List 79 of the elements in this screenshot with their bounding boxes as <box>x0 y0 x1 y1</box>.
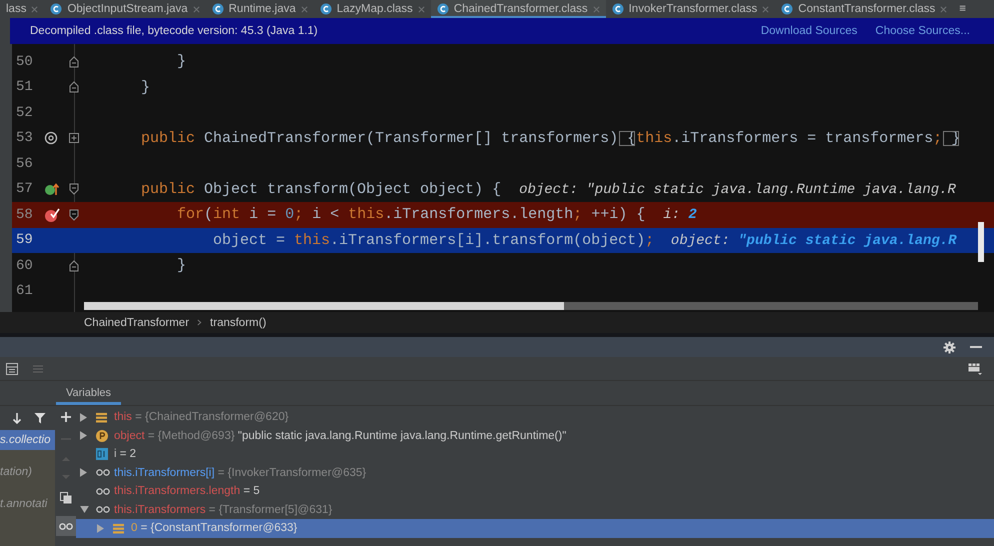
code-line: } <box>176 257 186 274</box>
editor-tab[interactable]: InvokerTransformer.class <box>606 0 776 18</box>
expand-icon[interactable] <box>80 431 87 440</box>
editor-tab[interactable]: Runtime.java <box>206 0 314 18</box>
fold-end-icon[interactable] <box>69 260 79 272</box>
override-icon[interactable] <box>44 182 60 196</box>
line-number: 50 <box>15 54 34 70</box>
down-arrow-icon[interactable] <box>12 412 22 424</box>
fold-end-icon[interactable] <box>69 56 79 68</box>
parameter-icon <box>96 430 108 442</box>
watch-icon <box>96 469 110 476</box>
line-number: 59 <box>15 232 34 248</box>
fold-end-icon[interactable] <box>69 81 79 94</box>
watch-icon <box>96 506 110 514</box>
settings-icon[interactable] <box>943 340 956 354</box>
variable-row[interactable]: this = {ChainedTransformer@620} <box>76 408 994 426</box>
line-number: 60 <box>15 258 34 274</box>
watch-icon <box>96 488 110 495</box>
layout-icon[interactable] <box>968 362 982 374</box>
stack-frame[interactable]: t.annotati <box>0 494 55 514</box>
code-line: } <box>140 78 150 96</box>
scrollbar-thumb[interactable] <box>978 222 984 262</box>
field-icon <box>96 412 107 423</box>
editor-tab[interactable]: ObjectInputStream.java <box>44 0 206 18</box>
editor-tab[interactable]: ConstantTransformer.class <box>775 0 954 18</box>
variable-row[interactable]: object = {Method@693} "public static java.lang.Runtime java.lang.Runtime.getRuntime()" <box>76 426 994 445</box>
fold-expand-icon[interactable] <box>69 133 79 144</box>
watches-toggle[interactable] <box>56 516 76 536</box>
expand-icon[interactable] <box>80 468 87 478</box>
banner-link[interactable]: Choose Sources... <box>875 25 970 37</box>
breadcrumb-item[interactable]: transform() <box>210 316 266 328</box>
glasses-icon <box>58 522 72 530</box>
editor-tab[interactable]: lass <box>0 0 44 18</box>
variable-row[interactable]: 0 = {ConstantTransformer@633} <box>76 519 994 538</box>
code-line: public Object transform(Object object) { object: "public static java.lang.Runtime java.lang.R <box>140 180 956 198</box>
editor-tab[interactable]: ChainedTransformer.class <box>430 0 606 18</box>
scrollbar-thumb[interactable] <box>84 302 564 310</box>
expand-icon[interactable] <box>80 412 87 422</box>
copy-icon[interactable] <box>60 492 72 504</box>
filter-icon[interactable] <box>34 412 46 424</box>
variable-entry: i = 2 <box>114 448 136 460</box>
code-line: } <box>176 53 186 70</box>
fold-start-icon[interactable] <box>69 183 79 196</box>
breakpoint-icon[interactable] <box>44 206 60 223</box>
line-number: 57 <box>15 181 34 198</box>
breadcrumb-item[interactable]: ChainedTransformer <box>84 316 190 328</box>
line-number: 56 <box>15 156 34 172</box>
line-number: 51 <box>15 79 34 96</box>
decompiled-notice: Decompiled .class file, bytecode version: 45.3 (Java 1.1) <box>30 25 318 37</box>
table-icon[interactable] <box>6 362 18 374</box>
add-icon[interactable] <box>60 412 70 422</box>
field-icon <box>113 522 124 534</box>
primitive-icon <box>96 448 108 460</box>
variable-row[interactable]: this.iTransformers = {Transformer[5]@631} <box>76 500 994 519</box>
chevron-icon <box>197 319 202 326</box>
fold-start-icon[interactable] <box>69 208 79 221</box>
line-number: 52 <box>15 104 34 121</box>
variables-tab[interactable]: Variables <box>56 381 122 405</box>
variable-row[interactable]: this.iTransformers[i] = {InvokerTransformer@635} <box>76 464 994 482</box>
banner-link[interactable]: Download Sources <box>760 25 858 37</box>
line-number: 53 <box>15 130 34 146</box>
stack-frame[interactable]: s.collectio <box>0 430 55 450</box>
editor-tab[interactable]: LazyMap.class <box>314 0 431 18</box>
line-number: 58 <box>15 206 34 223</box>
code-line: object = this.iTransformers[i].transform(object); object: "public static java.lang.R <box>212 232 957 249</box>
code-line: for(int i = 0; i < this.iTransformers.length; ++i) { i: 2 <box>176 206 697 224</box>
minimize-icon[interactable] <box>970 345 982 349</box>
variable-entry: this.iTransformers = {Transformer[5]@631} <box>114 504 332 516</box>
tab-overflow-button[interactable]: ≡ <box>953 0 972 18</box>
line-number: 61 <box>15 283 34 300</box>
variable-entry: this = {ChainedTransformer@620} <box>114 411 289 424</box>
variable-entry: 0 = {ConstantTransformer@633} <box>131 522 298 534</box>
variable-row[interactable]: this.iTransformers.length = 5 <box>76 482 994 500</box>
variable-row[interactable]: i = 2 <box>76 445 994 464</box>
collapse-icon[interactable] <box>80 506 89 514</box>
stack-frame[interactable]: tation) <box>0 462 55 482</box>
variable-entry: this.iTransformers.length = 5 <box>114 485 260 498</box>
variable-entry: this.iTransformers[i] = {InvokerTransformer@635} <box>114 466 366 479</box>
variable-entry: object = {Method@693} "public static java.lang.Runtime java.lang.Runtime.getRuntime()" <box>114 430 566 442</box>
